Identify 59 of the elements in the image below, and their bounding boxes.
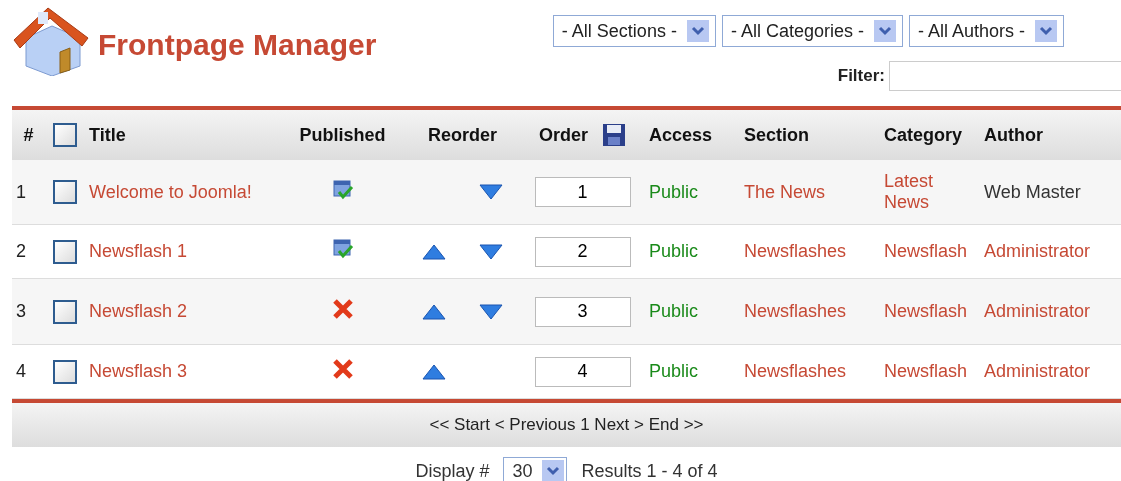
author-link[interactable]: Administrator xyxy=(984,361,1091,382)
column-header[interactable]: Author xyxy=(984,124,1043,145)
order-field[interactable]: 2 xyxy=(534,236,631,267)
chevron-down-icon xyxy=(1035,20,1057,42)
author-name: Web Master xyxy=(984,181,1081,203)
access-link[interactable]: Public xyxy=(649,301,699,322)
filter-label: Filter: xyxy=(837,66,885,86)
column-header[interactable]: Order xyxy=(539,124,588,146)
order-field[interactable]: 1 xyxy=(534,177,631,207)
move-down-icon[interactable] xyxy=(479,184,504,200)
section-link[interactable]: Newsflashes xyxy=(744,241,847,262)
checkbox[interactable] xyxy=(53,239,77,264)
display-label: Display # xyxy=(415,460,490,481)
column-header[interactable]: Title xyxy=(89,124,126,145)
row-number: 2 xyxy=(16,241,26,262)
author-link[interactable]: Administrator xyxy=(984,241,1091,262)
move-down-icon[interactable] xyxy=(479,303,504,320)
filter-dropdown[interactable]: - All Authors - xyxy=(908,15,1064,47)
move-up-icon[interactable] xyxy=(421,243,446,260)
category-link[interactable]: Newsflash xyxy=(884,241,968,262)
article-link[interactable]: Newsflash 2 xyxy=(89,301,188,322)
filter-dropdown[interactable]: - All Categories - xyxy=(721,15,903,47)
results-count: Results 1 - 4 of 4 xyxy=(581,460,718,481)
access-link[interactable]: Public xyxy=(649,241,699,262)
published-icon[interactable] xyxy=(331,178,354,201)
filter-dropdown[interactable]: - All Sections - xyxy=(552,15,716,47)
move-down-icon[interactable] xyxy=(479,243,504,260)
article-link[interactable]: Newsflash 3 xyxy=(89,361,188,382)
move-up-icon[interactable] xyxy=(421,363,446,380)
column-header: # xyxy=(23,124,34,145)
checkbox[interactable] xyxy=(53,180,77,204)
section-link[interactable]: Newsflashes xyxy=(744,361,847,382)
access-link[interactable]: Public xyxy=(649,361,699,382)
row-number: 4 xyxy=(16,361,26,382)
chevron-down-icon xyxy=(873,20,896,42)
category-link[interactable]: Newsflash xyxy=(884,361,968,382)
access-link[interactable]: Public xyxy=(649,181,699,203)
display-count-dropdown[interactable]: 30 xyxy=(503,457,568,481)
published-icon[interactable] xyxy=(331,238,354,260)
section-link[interactable]: The News xyxy=(744,181,826,203)
order-field[interactable]: 4 xyxy=(534,356,631,387)
move-up-icon[interactable] xyxy=(421,303,446,320)
row-number: 1 xyxy=(16,181,26,203)
pagination-links[interactable]: << Start < Previous 1 Next > End >> xyxy=(429,415,704,435)
chevron-down-icon xyxy=(686,20,709,42)
filter-field[interactable] xyxy=(889,61,1121,91)
order-field[interactable]: 3 xyxy=(534,296,631,327)
save-icon[interactable] xyxy=(602,123,626,147)
unpublished-icon[interactable] xyxy=(331,298,354,320)
row-number: 3 xyxy=(16,301,26,322)
article-link[interactable]: Newsflash 1 xyxy=(89,241,188,262)
column-header: Reorder xyxy=(428,124,497,145)
checkbox[interactable] xyxy=(53,299,77,324)
checkbox[interactable] xyxy=(53,359,77,384)
column-header[interactable]: Section xyxy=(744,124,809,145)
checkbox[interactable] xyxy=(53,123,77,147)
page-title: Frontpage Manager xyxy=(98,28,377,62)
unpublished-icon[interactable] xyxy=(331,358,354,380)
chevron-down-icon xyxy=(542,460,565,481)
